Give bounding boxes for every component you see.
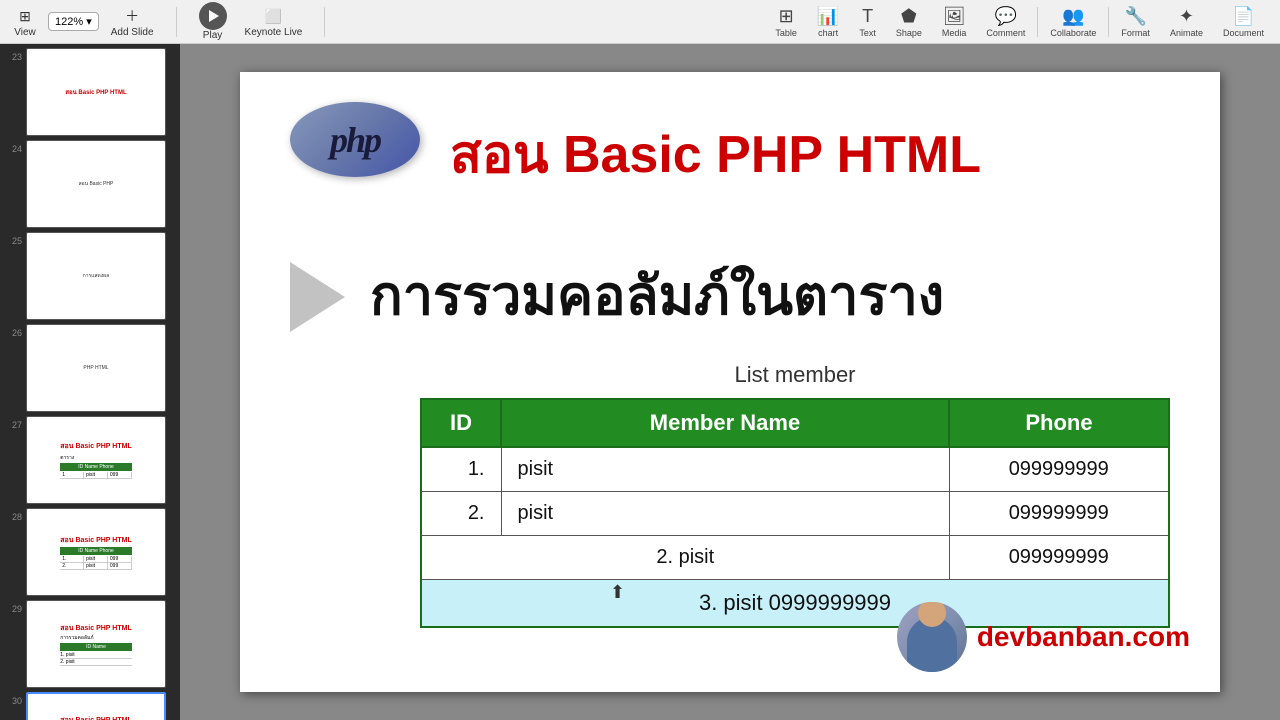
slide-thumb-24[interactable]: 24 สอน Basic PHP [6, 140, 174, 228]
chart-button[interactable]: 📊 chart [809, 4, 847, 40]
table-button[interactable]: ⊞ Table [767, 4, 805, 40]
avatar [897, 602, 967, 672]
avatar-person [907, 617, 957, 672]
view-group: ⊞ View 122% ▾ ＋ Add Slide [8, 3, 160, 40]
add-slide-icon: ＋ [121, 5, 143, 27]
td-id-2: 2. [421, 492, 501, 536]
add-slide-button[interactable]: ＋ Add Slide [105, 3, 160, 40]
table-header: ID Member Name Phone [421, 399, 1169, 447]
slide-preview-27[interactable]: สอน Basic PHP HTML ตาราง ID Name Phone 1… [26, 416, 166, 504]
table-row: 1. pisit 099999999 [421, 447, 1169, 492]
slide-preview-30[interactable]: สอน Basic PHP HTML การรวมคอลัมภ์ในตาราง … [26, 692, 166, 720]
avatar-section: devbanban.com [897, 602, 1190, 672]
media-button[interactable]: 🖼 Media [934, 4, 975, 40]
php-logo-text: php [330, 119, 380, 161]
th-phone: Phone [949, 399, 1169, 447]
comment-button[interactable]: 💬 Comment [978, 4, 1033, 40]
media-icon: 🖼 [943, 6, 966, 27]
canvas-area[interactable]: php สอน Basic PHP HTML การรวมคอลัมภ์ในตา… [180, 44, 1280, 720]
td-phone-2: 099999999 [949, 492, 1169, 536]
play-triangle-large-icon [290, 262, 345, 332]
play-triangle-icon [209, 10, 219, 22]
document-button[interactable]: 📄 Document [1215, 4, 1272, 40]
td-phone-3: 099999999 [949, 536, 1169, 580]
slide-thumb-23[interactable]: 23 สอน Basic PHP HTML [6, 48, 174, 136]
td-id-1: 1. [421, 447, 501, 492]
th-name: Member Name [501, 399, 949, 447]
comment-icon: 💬 [995, 6, 1017, 27]
slide-preview-28[interactable]: สอน Basic PHP HTML ID Name Phone 1.pisit… [26, 508, 166, 596]
table-row: 2. pisit 099999999 [421, 536, 1169, 580]
slide-preview-29[interactable]: สอน Basic PHP HTML การรวมคอลัมภ์ ID Name… [26, 600, 166, 688]
td-name-1: pisit [501, 447, 949, 492]
play-btn-circle[interactable] [199, 2, 227, 30]
member-table: ID Member Name Phone 1. pisit 099999999 [420, 398, 1170, 628]
separator-3 [1037, 7, 1038, 37]
php-logo-ellipse: php [290, 102, 420, 177]
separator-1 [176, 7, 177, 37]
slide-canvas[interactable]: php สอน Basic PHP HTML การรวมคอลัมภ์ในตา… [240, 72, 1220, 692]
table-header-row: ID Member Name Phone [421, 399, 1169, 447]
top-bar: ⊞ View 122% ▾ ＋ Add Slide Play ⬜ Keynote… [0, 0, 1280, 44]
keynote-live-button[interactable]: ⬜ Keynote Live [239, 3, 309, 40]
slide-preview-23[interactable]: สอน Basic PHP HTML [26, 48, 166, 136]
slide-preview-25[interactable]: การแสดงผล [26, 232, 166, 320]
format-icon: 🔧 [1124, 6, 1146, 27]
td-name-2: pisit [501, 492, 949, 536]
document-icon: 📄 [1232, 6, 1254, 27]
animate-button[interactable]: ✦ Animate [1162, 4, 1211, 40]
slide-preview-26[interactable]: PHP HTML [26, 324, 166, 412]
separator-2 [324, 7, 325, 37]
td-merged-name-3: 2. pisit [421, 536, 949, 580]
shape-button[interactable]: ⬟ Shape [888, 4, 930, 40]
slide-thumb-27[interactable]: 27 สอน Basic PHP HTML ตาราง ID Name Phon… [6, 416, 174, 504]
table-caption: List member [420, 362, 1170, 388]
view-icon: ⊞ [14, 5, 36, 27]
thai-heading: การรวมคอลัมภ์ในตาราง [370, 252, 944, 338]
chart-icon: 📊 [817, 6, 839, 27]
text-button[interactable]: T Text [851, 4, 884, 40]
slide-title: สอน Basic PHP HTML [450, 112, 1170, 195]
slide-thumb-30[interactable]: 30 สอน Basic PHP HTML การรวมคอลัมภ์ในตาร… [6, 692, 174, 720]
zoom-selector[interactable]: 122% ▾ [48, 12, 99, 31]
view-button[interactable]: ⊞ View [8, 3, 42, 40]
separator-4 [1108, 7, 1109, 37]
collaborate-button[interactable]: 👥 Collaborate [1042, 4, 1104, 40]
table-icon: ⊞ [779, 6, 794, 27]
th-id: ID [421, 399, 501, 447]
format-button[interactable]: 🔧 Format [1113, 4, 1158, 40]
sidebar: 23 สอน Basic PHP HTML 24 สอน Basic PHP 2… [0, 44, 180, 720]
devbanban-label: devbanban.com [977, 621, 1190, 653]
php-logo: php [290, 102, 420, 177]
table-row: 2. pisit 099999999 [421, 492, 1169, 536]
play-icon-large [290, 262, 360, 332]
play-group: Play ⬜ Keynote Live [193, 0, 309, 43]
slide-thumb-28[interactable]: 28 สอน Basic PHP HTML ID Name Phone 1.pi… [6, 508, 174, 596]
collaborate-icon: 👥 [1062, 6, 1084, 27]
main-area: 23 สอน Basic PHP HTML 24 สอน Basic PHP 2… [0, 44, 1280, 720]
slide-thumb-26[interactable]: 26 PHP HTML [6, 324, 174, 412]
td-phone-1: 099999999 [949, 447, 1169, 492]
play-button[interactable]: Play [193, 0, 233, 43]
table-body: 1. pisit 099999999 2. pisit 099999999 [421, 447, 1169, 627]
table-section: List member ID Member Name Phone 1. [420, 362, 1170, 628]
animate-icon: ✦ [1179, 6, 1194, 27]
keynote-live-icon: ⬜ [262, 5, 284, 27]
slide-preview-24[interactable]: สอน Basic PHP [26, 140, 166, 228]
text-icon: T [862, 6, 873, 27]
slide-thumb-25[interactable]: 25 การแสดงผล [6, 232, 174, 320]
toolbar-icons: ⊞ Table 📊 chart T Text ⬟ Shape 🖼 Media 💬… [767, 4, 1272, 40]
slide-thumb-29[interactable]: 29 สอน Basic PHP HTML การรวมคอลัมภ์ ID N… [6, 600, 174, 688]
shape-icon: ⬟ [901, 6, 917, 27]
